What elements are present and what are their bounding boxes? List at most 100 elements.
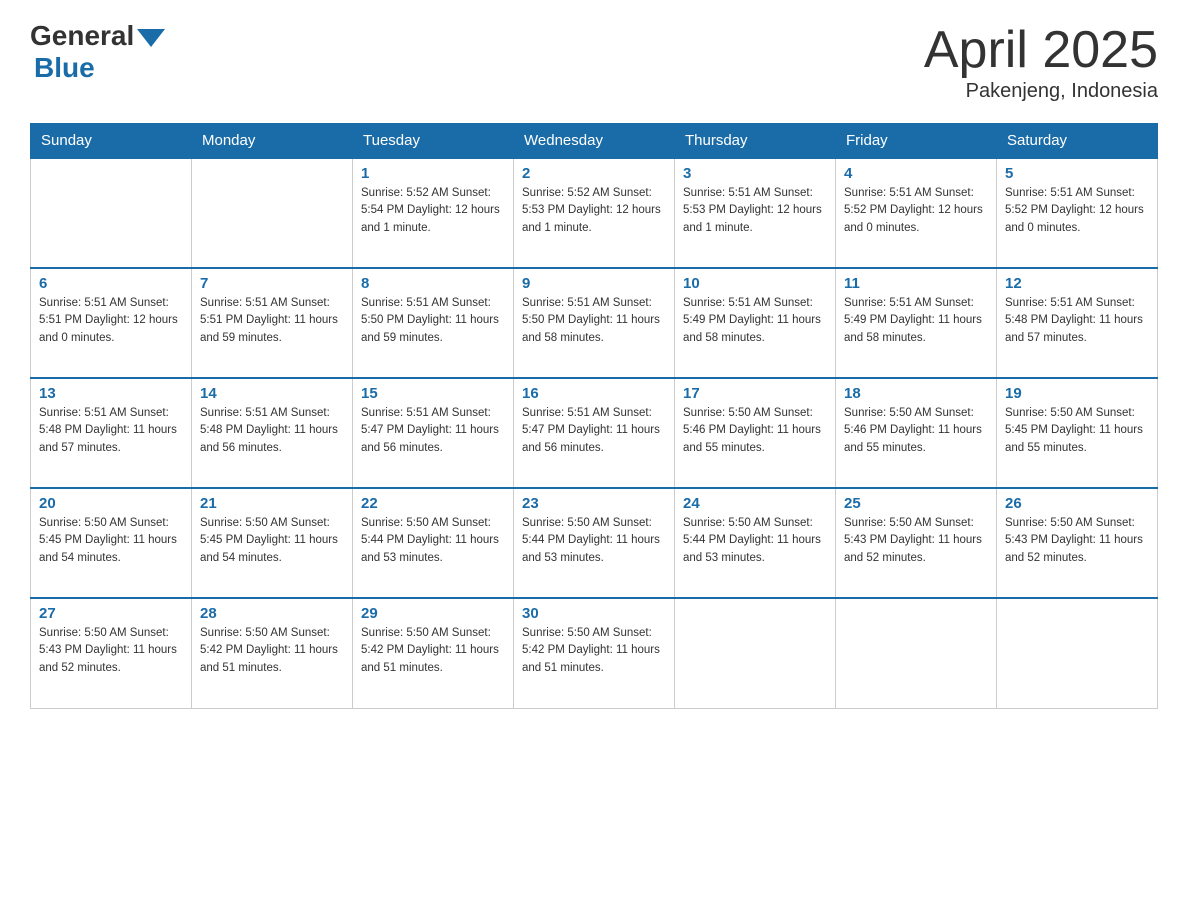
calendar-cell: 11 Sunrise: 5:51 AM Sunset: 5:49 PM Dayli…: [836, 268, 997, 378]
day-info: Sunrise: 5:50 AM Sunset: 5:44 PM Dayligh…: [361, 515, 505, 567]
day-info: Sunrise: 5:50 AM Sunset: 5:43 PM Dayligh…: [844, 515, 988, 567]
calendar-cell: 22 Sunrise: 5:50 AM Sunset: 5:44 PM Dayli…: [353, 488, 514, 598]
day-info: Sunrise: 5:51 AM Sunset: 5:48 PM Dayligh…: [200, 405, 344, 457]
day-number: 7: [200, 275, 344, 292]
day-info: Sunrise: 5:50 AM Sunset: 5:42 PM Dayligh…: [200, 625, 344, 677]
calendar-cell: 13 Sunrise: 5:51 AM Sunset: 5:48 PM Dayli…: [31, 378, 192, 488]
day-number: 1: [361, 165, 505, 182]
header-friday: Friday: [836, 124, 997, 159]
calendar-cell: 28 Sunrise: 5:50 AM Sunset: 5:42 PM Dayli…: [192, 598, 353, 708]
day-number: 11: [844, 275, 988, 292]
day-info: Sunrise: 5:50 AM Sunset: 5:46 PM Dayligh…: [844, 405, 988, 457]
calendar-cell: 30 Sunrise: 5:50 AM Sunset: 5:42 PM Dayli…: [514, 598, 675, 708]
calendar-cell: 17Sunrise: 5:50 AM Sunset: 5:46 PM Dayli…: [675, 378, 836, 488]
day-number: 19: [1005, 385, 1149, 402]
day-info: Sunrise: 5:51 AM Sunset: 5:48 PM Dayligh…: [1005, 295, 1149, 347]
calendar-cell: 29 Sunrise: 5:50 AM Sunset: 5:42 PM Dayli…: [353, 598, 514, 708]
day-number: 2: [522, 165, 666, 182]
day-number: 3: [683, 165, 827, 182]
header-monday: Monday: [192, 124, 353, 159]
location: Pakenjeng, Indonesia: [924, 80, 1158, 103]
calendar-cell: 7 Sunrise: 5:51 AM Sunset: 5:51 PM Daylig…: [192, 268, 353, 378]
day-number: 29: [361, 605, 505, 622]
day-number: 26: [1005, 495, 1149, 512]
calendar-cell: 25 Sunrise: 5:50 AM Sunset: 5:43 PM Dayli…: [836, 488, 997, 598]
day-info: Sunrise: 5:50 AM Sunset: 5:44 PM Dayligh…: [522, 515, 666, 567]
week-row: 20Sunrise: 5:50 AM Sunset: 5:45 PM Dayli…: [31, 488, 1158, 598]
day-number: 9: [522, 275, 666, 292]
month-title: April 2025: [924, 20, 1158, 80]
day-info: Sunrise: 5:50 AM Sunset: 5:43 PM Dayligh…: [1005, 515, 1149, 567]
day-info: Sunrise: 5:50 AM Sunset: 5:44 PM Dayligh…: [683, 515, 827, 567]
header-tuesday: Tuesday: [353, 124, 514, 159]
calendar-table: SundayMondayTuesdayWednesdayThursdayFrid…: [30, 123, 1158, 709]
calendar-cell: [31, 158, 192, 268]
logo-general-text: General: [30, 20, 134, 52]
calendar-cell: 12 Sunrise: 5:51 AM Sunset: 5:48 PM Dayli…: [997, 268, 1158, 378]
day-number: 4: [844, 165, 988, 182]
day-number: 30: [522, 605, 666, 622]
day-number: 27: [39, 605, 183, 622]
day-info: Sunrise: 5:51 AM Sunset: 5:50 PM Dayligh…: [361, 295, 505, 347]
day-number: 17: [683, 385, 827, 402]
day-number: 22: [361, 495, 505, 512]
calendar-cell: [836, 598, 997, 708]
header-sunday: Sunday: [31, 124, 192, 159]
header-wednesday: Wednesday: [514, 124, 675, 159]
day-info: Sunrise: 5:50 AM Sunset: 5:43 PM Dayligh…: [39, 625, 183, 677]
calendar-cell: 23 Sunrise: 5:50 AM Sunset: 5:44 PM Dayli…: [514, 488, 675, 598]
day-number: 21: [200, 495, 344, 512]
calendar-cell: 21Sunrise: 5:50 AM Sunset: 5:45 PM Dayli…: [192, 488, 353, 598]
day-number: 12: [1005, 275, 1149, 292]
calendar-header-row: SundayMondayTuesdayWednesdayThursdayFrid…: [31, 124, 1158, 159]
day-info: Sunrise: 5:50 AM Sunset: 5:45 PM Dayligh…: [39, 515, 183, 567]
calendar-cell: 20Sunrise: 5:50 AM Sunset: 5:45 PM Dayli…: [31, 488, 192, 598]
logo: General Blue: [30, 20, 165, 84]
day-info: Sunrise: 5:51 AM Sunset: 5:47 PM Dayligh…: [361, 405, 505, 457]
calendar-cell: 2Sunrise: 5:52 AM Sunset: 5:53 PM Daylig…: [514, 158, 675, 268]
week-row: 6 Sunrise: 5:51 AM Sunset: 5:51 PM Daylig…: [31, 268, 1158, 378]
day-number: 24: [683, 495, 827, 512]
day-number: 6: [39, 275, 183, 292]
day-number: 28: [200, 605, 344, 622]
day-info: Sunrise: 5:50 AM Sunset: 5:45 PM Dayligh…: [1005, 405, 1149, 457]
calendar-cell: 3Sunrise: 5:51 AM Sunset: 5:53 PM Daylig…: [675, 158, 836, 268]
calendar-cell: 18 Sunrise: 5:50 AM Sunset: 5:46 PM Dayli…: [836, 378, 997, 488]
calendar-cell: 9 Sunrise: 5:51 AM Sunset: 5:50 PM Daylig…: [514, 268, 675, 378]
week-row: 27 Sunrise: 5:50 AM Sunset: 5:43 PM Dayli…: [31, 598, 1158, 708]
title-section: April 2025 Pakenjeng, Indonesia: [924, 20, 1158, 103]
day-number: 18: [844, 385, 988, 402]
day-number: 10: [683, 275, 827, 292]
calendar-cell: 14 Sunrise: 5:51 AM Sunset: 5:48 PM Dayli…: [192, 378, 353, 488]
day-info: Sunrise: 5:51 AM Sunset: 5:49 PM Dayligh…: [683, 295, 827, 347]
week-row: 13 Sunrise: 5:51 AM Sunset: 5:48 PM Dayli…: [31, 378, 1158, 488]
calendar-cell: 1 Sunrise: 5:52 AM Sunset: 5:54 PM Daylig…: [353, 158, 514, 268]
day-info: Sunrise: 5:52 AM Sunset: 5:54 PM Dayligh…: [361, 185, 505, 237]
logo-blue-text: Blue: [30, 52, 95, 84]
calendar-cell: 27 Sunrise: 5:50 AM Sunset: 5:43 PM Dayli…: [31, 598, 192, 708]
day-number: 8: [361, 275, 505, 292]
day-number: 23: [522, 495, 666, 512]
day-number: 13: [39, 385, 183, 402]
day-info: Sunrise: 5:51 AM Sunset: 5:49 PM Dayligh…: [844, 295, 988, 347]
day-number: 25: [844, 495, 988, 512]
day-info: Sunrise: 5:50 AM Sunset: 5:42 PM Dayligh…: [522, 625, 666, 677]
calendar-cell: 8 Sunrise: 5:51 AM Sunset: 5:50 PM Daylig…: [353, 268, 514, 378]
day-info: Sunrise: 5:51 AM Sunset: 5:51 PM Dayligh…: [200, 295, 344, 347]
day-info: Sunrise: 5:51 AM Sunset: 5:52 PM Dayligh…: [844, 185, 988, 237]
calendar-cell: 10 Sunrise: 5:51 AM Sunset: 5:49 PM Dayli…: [675, 268, 836, 378]
day-info: Sunrise: 5:51 AM Sunset: 5:50 PM Dayligh…: [522, 295, 666, 347]
day-info: Sunrise: 5:51 AM Sunset: 5:51 PM Dayligh…: [39, 295, 183, 347]
header-thursday: Thursday: [675, 124, 836, 159]
calendar-cell: 6 Sunrise: 5:51 AM Sunset: 5:51 PM Daylig…: [31, 268, 192, 378]
calendar-cell: [675, 598, 836, 708]
calendar-cell: [192, 158, 353, 268]
day-number: 5: [1005, 165, 1149, 182]
calendar-cell: 15Sunrise: 5:51 AM Sunset: 5:47 PM Dayli…: [353, 378, 514, 488]
day-number: 14: [200, 385, 344, 402]
day-info: Sunrise: 5:50 AM Sunset: 5:42 PM Dayligh…: [361, 625, 505, 677]
calendar-cell: 5Sunrise: 5:51 AM Sunset: 5:52 PM Daylig…: [997, 158, 1158, 268]
page-header: General Blue April 2025 Pakenjeng, Indon…: [30, 20, 1158, 103]
day-info: Sunrise: 5:51 AM Sunset: 5:48 PM Dayligh…: [39, 405, 183, 457]
day-number: 16: [522, 385, 666, 402]
